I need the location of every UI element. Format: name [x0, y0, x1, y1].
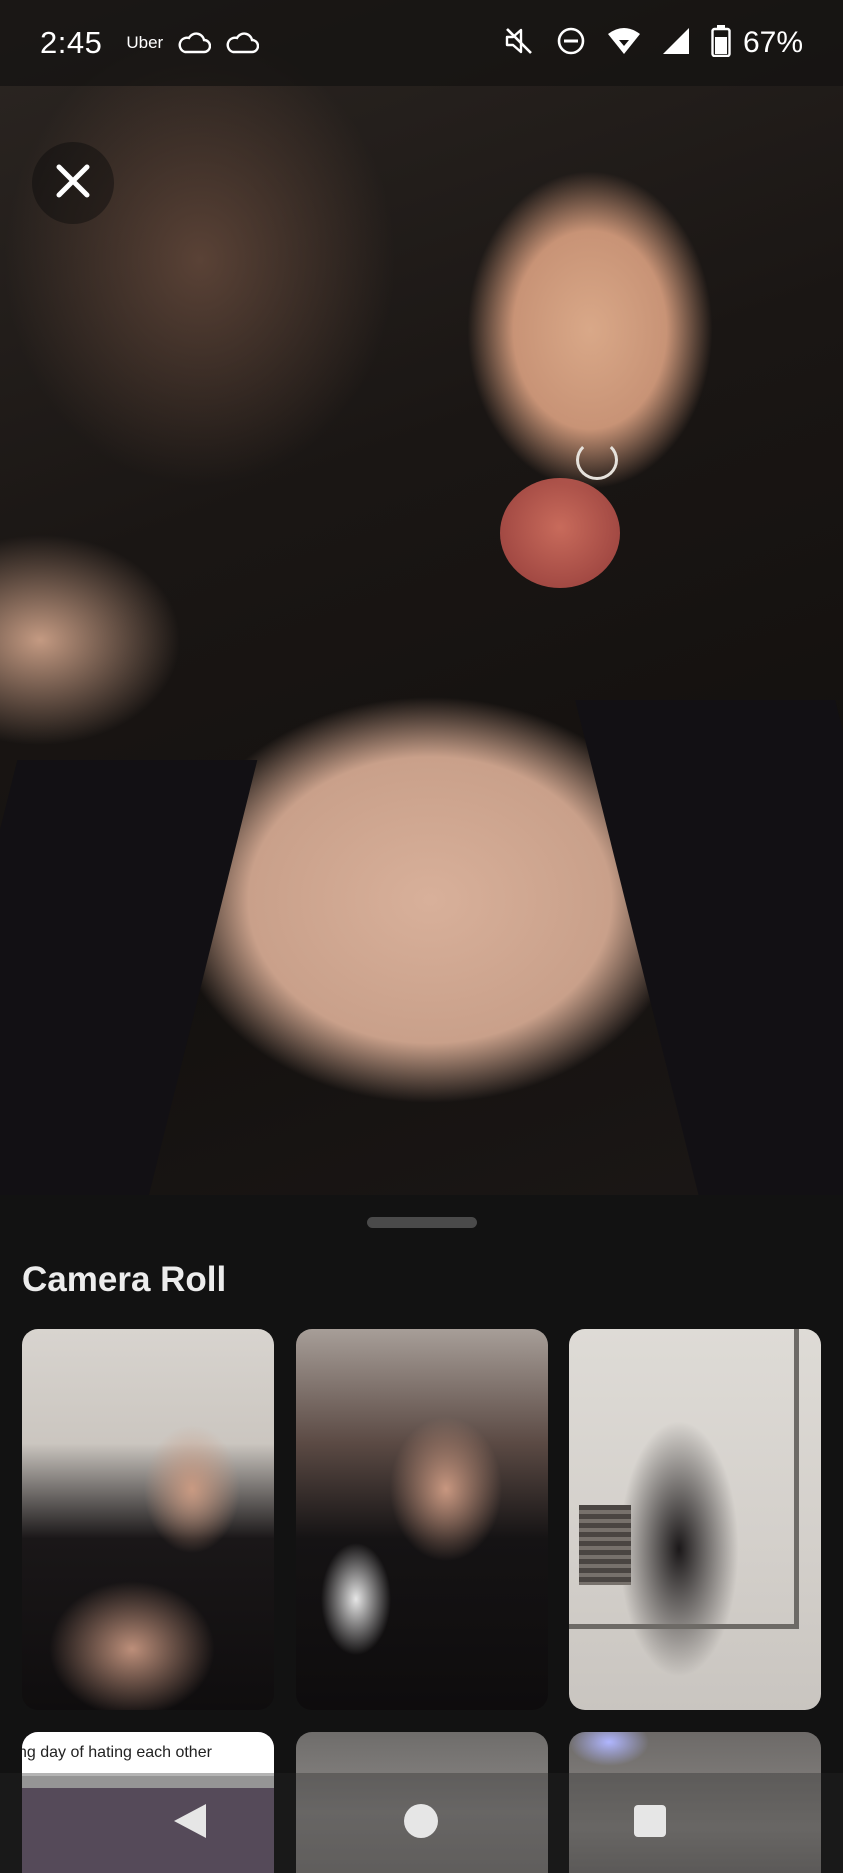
close-button[interactable] [32, 142, 114, 224]
sheet-drag-handle[interactable] [367, 1217, 477, 1228]
preview-detail [500, 478, 620, 588]
thumbnail-caption: ng day of hating each other [22, 1732, 274, 1776]
camera-roll-thumbnail[interactable] [22, 1329, 274, 1710]
close-icon [54, 162, 92, 205]
signal-icon [661, 26, 691, 61]
home-circle-icon [402, 1802, 440, 1845]
status-time: 2:45 [40, 25, 103, 60]
battery-icon [711, 24, 731, 62]
status-app-label: Uber [126, 33, 164, 52]
camera-roll-sheet: Camera Roll ng day of hating each other [0, 1195, 843, 1873]
battery-percentage: 67% [742, 26, 803, 59]
back-button[interactable] [170, 1803, 210, 1843]
system-nav-bar [0, 1773, 843, 1873]
status-icons: 67% [503, 24, 803, 62]
vibrate-off-icon [503, 25, 535, 62]
do-not-disturb-icon [555, 25, 587, 62]
preview-detail [576, 440, 618, 480]
cloud-icon [225, 31, 260, 55]
preview-detail [575, 700, 843, 1195]
camera-roll-title: Camera Roll [22, 1260, 227, 1299]
thumbnail-caption-text: ng day of hating each other [22, 1744, 212, 1761]
home-button[interactable] [401, 1803, 441, 1843]
camera-roll-thumbnail[interactable] [569, 1329, 821, 1710]
status-bar: 2:45 Uber 67% [0, 0, 843, 86]
thumbnail-detail [579, 1505, 631, 1585]
wifi-icon [607, 26, 641, 61]
recents-square-icon [633, 1804, 667, 1843]
cloud-icon [177, 31, 212, 55]
back-triangle-icon [172, 1802, 208, 1845]
preview-detail [0, 760, 258, 1195]
photo-preview [0, 0, 843, 1195]
camera-roll-thumbnail[interactable] [296, 1329, 548, 1710]
recents-button[interactable] [630, 1803, 670, 1843]
